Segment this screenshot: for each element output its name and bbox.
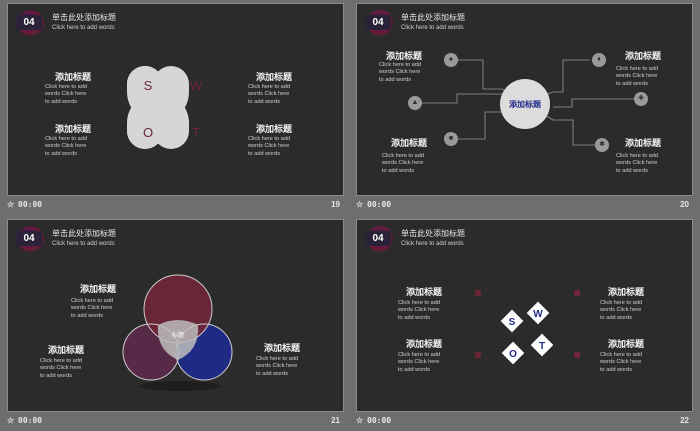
block-text: Click here to add words Click here to ad… (45, 136, 87, 157)
block-title: 添加标题 (48, 346, 85, 356)
swot-t: T (539, 341, 545, 352)
block-text: Click here to add words Click here to ad… (248, 84, 290, 105)
block-title: 添加标题 (256, 73, 293, 83)
thumb-up-icon: ▲ (408, 96, 422, 110)
slide-number: 21 (331, 416, 340, 425)
block-text: Click here to add words Click here to ad… (256, 356, 298, 377)
block-text: Click here to add words Click here to ad… (616, 66, 658, 87)
swot-o: O (509, 349, 517, 360)
block-title: 添加标题 (391, 139, 428, 149)
block-title: 添加标题 (406, 288, 443, 298)
slide-timing: 00:00 (367, 416, 392, 425)
block-title: 添加标题 (406, 340, 443, 350)
slide-thumbnail-22[interactable]: 04 单击此处添加标题 Click here to add words S W … (356, 219, 693, 429)
block-title: 添加标题 (256, 125, 293, 135)
slide-canvas: 04 单击此处添加标题 Click here to add words S W … (356, 219, 693, 412)
block-title: 添加标题 (80, 285, 117, 295)
star-icon[interactable]: ☆ (356, 416, 363, 425)
block-text: Click here to add words Click here to ad… (40, 358, 82, 379)
block-text: Click here to add words Click here to ad… (379, 62, 421, 83)
slide-thumbnail-20[interactable]: 04 单击此处添加标题 Click here to add words 添加标题… (356, 3, 693, 213)
block-text: Click here to add words Click here to ad… (248, 136, 290, 157)
gear-icon: ✱ (595, 138, 609, 152)
hub-center-label: 添加标题 (509, 99, 542, 109)
block-title: 添加标题 (608, 340, 645, 350)
block-title: 添加标题 (625, 139, 662, 149)
slide-canvas: 04 单击此处添加标题 Click here to add words S W … (7, 3, 344, 196)
block-title: 添加标题 (625, 52, 662, 62)
venn-center-label: 标题 (172, 331, 184, 339)
block-text: Click here to add words Click here to ad… (398, 352, 440, 373)
block-text: Click here to add words Click here to ad… (616, 153, 658, 174)
slide-number: 20 (680, 200, 689, 209)
slide-footer: ☆ 00:00 19 (7, 198, 344, 212)
block-text: Click here to add words Click here to ad… (398, 300, 440, 321)
venn-diagram: 标题 (122, 274, 233, 391)
slide-footer: ☆ 00:00 22 (356, 414, 693, 428)
slide-thumbnail-21[interactable]: 04 单击此处添加标题 Click here to add words 标题 添… (7, 219, 344, 429)
star-icon[interactable]: ☆ (7, 200, 14, 209)
block-title: 添加标题 (264, 344, 301, 354)
block-title: 添加标题 (55, 73, 92, 83)
slide-footer: ☆ 00:00 21 (7, 414, 344, 428)
slide-number: 19 (331, 200, 340, 209)
slide-canvas: 04 单击此处添加标题 Click here to add words 添加标题… (356, 3, 693, 196)
slide-timing: 00:00 (367, 200, 392, 209)
slide-number: 22 (680, 416, 689, 425)
wrench-icon: ✚ (634, 92, 648, 106)
block-title: 添加标题 (386, 52, 423, 62)
lock-icon: ■ (444, 132, 458, 146)
swot-o: O (143, 125, 153, 140)
slide-footer: ☆ 00:00 20 (356, 198, 693, 212)
swot-t: T (192, 125, 200, 140)
swot-w: W (190, 78, 203, 93)
star-icon[interactable]: ☆ (356, 200, 363, 209)
bulb-icon: ♦ (592, 53, 606, 67)
block-text: Click here to add words Click here to ad… (45, 84, 87, 105)
swot-s: S (509, 317, 516, 328)
block-title: 添加标题 (55, 125, 92, 135)
swot-w: W (533, 309, 543, 320)
block-text: Click here to add words Click here to ad… (71, 298, 113, 319)
block-text: Click here to add words Click here to ad… (600, 352, 642, 373)
slide-canvas: 04 单击此处添加标题 Click here to add words 标题 添… (7, 219, 344, 412)
block-text: Click here to add words Click here to ad… (600, 300, 642, 321)
slide-timing: 00:00 (18, 200, 43, 209)
block-title: 添加标题 (608, 288, 645, 298)
block-text: Click here to add words Click here to ad… (382, 153, 424, 174)
star-icon[interactable]: ☆ (7, 416, 14, 425)
swot-s: S (144, 78, 153, 93)
slide-thumbnail-19[interactable]: 04 单击此处添加标题 Click here to add words S W … (7, 3, 344, 213)
slide-timing: 00:00 (18, 416, 43, 425)
person-icon: ● (444, 53, 458, 67)
